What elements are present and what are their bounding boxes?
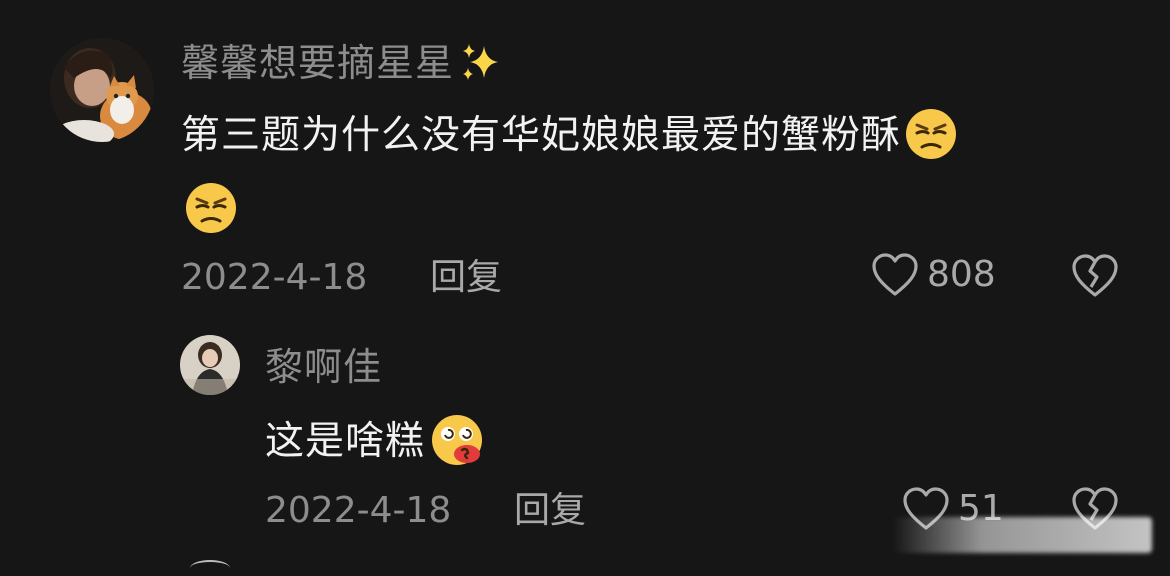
next-item-edge xyxy=(190,560,230,576)
comment-text: 第三题为什么没有华妃娘娘最爱的蟹粉酥 xyxy=(181,113,902,158)
comment-like-count: 808 xyxy=(927,254,996,295)
reply-avatar[interactable] xyxy=(180,335,240,395)
comment-like-button[interactable]: 808 xyxy=(871,252,996,298)
reply-text: 这是啥糕 xyxy=(265,419,426,464)
heart-icon xyxy=(871,252,919,298)
avatar[interactable] xyxy=(50,38,154,142)
sparkles-icon xyxy=(458,40,504,86)
comment-reply-button[interactable]: 回复 xyxy=(430,258,502,298)
reply-reply-button[interactable]: 回复 xyxy=(514,491,586,531)
watermark xyxy=(892,517,1152,553)
broken-heart-icon xyxy=(1070,253,1120,299)
reply-username[interactable]: 黎啊佳 xyxy=(265,345,382,389)
comment-dislike-button[interactable] xyxy=(1070,253,1120,303)
reply-date: 2022-4-18 xyxy=(265,490,452,531)
dizzy-face-icon xyxy=(429,412,489,472)
comment-date: 2022-4-18 xyxy=(181,257,368,298)
unamused-face-icon xyxy=(183,180,239,240)
unamused-face-icon xyxy=(903,106,959,166)
comment-username[interactable]: 馨馨想要摘星星 xyxy=(181,41,454,85)
